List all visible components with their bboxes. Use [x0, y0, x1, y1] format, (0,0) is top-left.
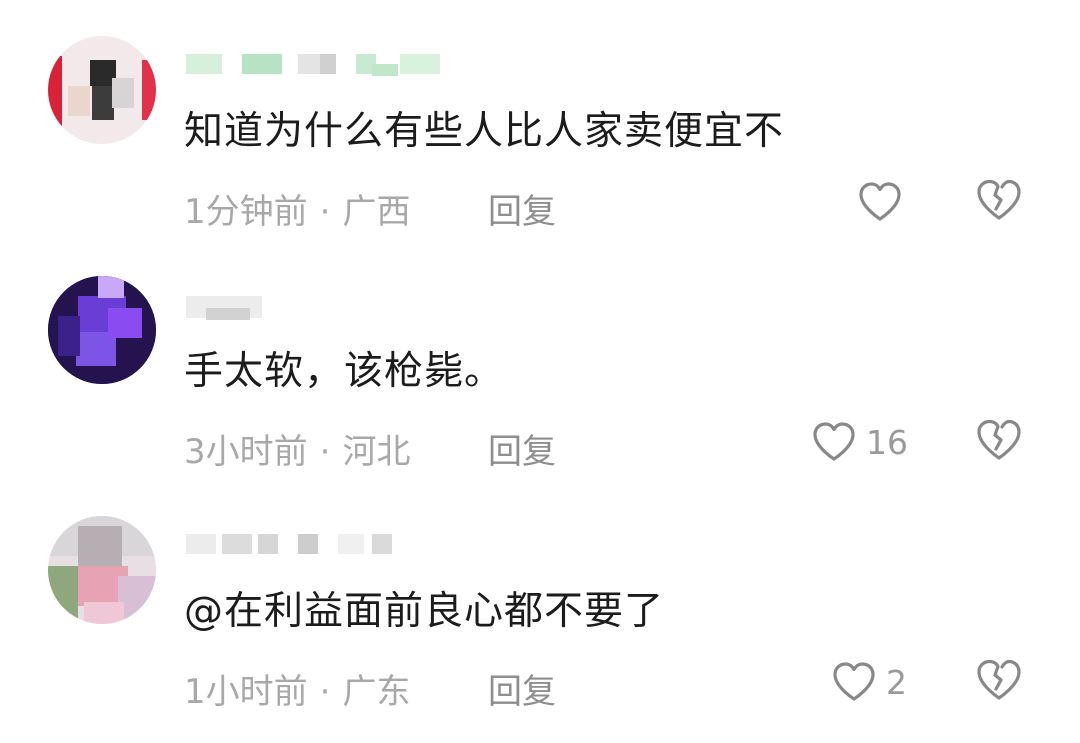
broken-heart-icon — [977, 659, 1021, 700]
like-count: 16 — [866, 422, 908, 462]
comment-location: 河北 — [342, 432, 411, 472]
comment-item: 手太软，该枪毙。 3小时前 · 河北 回复 16 — [0, 276, 1080, 506]
username[interactable] — [186, 44, 486, 78]
username[interactable] — [186, 284, 486, 320]
comment-item: @在利益面前良心都不要了 1小时前 · 广东 回复 2 — [0, 516, 1080, 743]
comment-text: 手太软，该枪毙。 — [184, 349, 505, 394]
reply-button[interactable]: 回复 — [488, 424, 556, 473]
like-button[interactable]: 2 — [830, 654, 907, 710]
avatar[interactable] — [48, 36, 156, 144]
comment-meta: 1分钟前 · 广西 — [184, 184, 410, 233]
like-button[interactable]: 16 — [810, 414, 908, 470]
avatar[interactable] — [48, 516, 156, 624]
heart-outline-icon — [859, 182, 901, 221]
comment-item: 知道为什么有些人比人家卖便宜不 1分钟前 · 广西 回复 — [0, 36, 1080, 266]
username[interactable] — [186, 524, 486, 558]
like-count: 2 — [886, 662, 907, 702]
comment-location: 广东 — [342, 672, 411, 712]
meta-separator: · — [319, 192, 331, 232]
reply-button[interactable]: 回复 — [488, 184, 556, 233]
avatar[interactable] — [48, 276, 156, 384]
dislike-button[interactable] — [974, 415, 1024, 465]
heart-outline-icon — [833, 662, 875, 701]
comment-meta: 1小时前 · 广东 — [184, 664, 410, 713]
comment-time: 1分钟前 — [184, 192, 308, 232]
comment-time: 3小时前 — [184, 432, 308, 472]
comment-meta: 3小时前 · 河北 — [184, 424, 410, 473]
comment-list: 知道为什么有些人比人家卖便宜不 1分钟前 · 广西 回复 手太软，该枪毙。 3小… — [0, 0, 1080, 743]
dislike-button[interactable] — [974, 655, 1024, 705]
broken-heart-icon — [977, 419, 1021, 460]
meta-separator: · — [319, 672, 331, 712]
comment-text: @在利益面前良心都不要了 — [184, 589, 665, 634]
broken-heart-icon — [977, 179, 1021, 220]
meta-separator: · — [319, 432, 331, 472]
comment-text: 知道为什么有些人比人家卖便宜不 — [184, 109, 785, 154]
reply-button[interactable]: 回复 — [488, 664, 556, 713]
comment-location: 广西 — [342, 192, 411, 232]
like-button[interactable] — [856, 174, 912, 230]
heart-outline-icon — [813, 422, 855, 461]
comment-time: 1小时前 — [184, 672, 308, 712]
dislike-button[interactable] — [974, 175, 1024, 225]
